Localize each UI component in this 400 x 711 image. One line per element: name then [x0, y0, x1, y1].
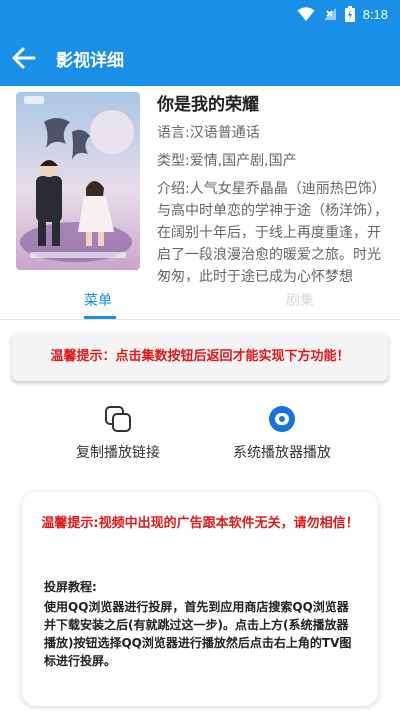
system-player-label: 系统播放器播放	[233, 445, 331, 461]
wifi-icon	[297, 7, 315, 21]
movie-info: 你是我的荣耀 语言:汉语普通话 类型:爱情,国产剧,国产 介绍:人气女星乔晶晶（…	[157, 94, 393, 282]
status-time: 8:18	[362, 6, 388, 22]
tab-episodes[interactable]: 剧集	[286, 290, 314, 310]
system-player-button[interactable]: 系统播放器播放	[202, 404, 362, 462]
movie-title: 你是我的荣耀	[157, 95, 259, 115]
ad-warning: 温馨提示:视频中出现的广告跟本软件无关，请勿相信！	[41, 516, 359, 531]
movie-intro: 介绍:人气女星乔晶晶（迪丽热巴饰）与高中时单恋的学神于途（杨洋饰），在阔别十年后…	[157, 181, 388, 282]
tip-banner: 温馨提示：点击集数按钮后返回才能实现下方功能！	[12, 333, 388, 381]
signal-x-icon	[323, 8, 336, 20]
page-title: 影视详细	[56, 51, 124, 71]
battery-icon	[344, 6, 355, 22]
status-bar: 8:18	[0, 0, 400, 30]
browser-player-icon	[269, 406, 295, 432]
tab-menu[interactable]: 菜单	[84, 290, 112, 310]
copy-link-button[interactable]: 复制播放链接	[38, 404, 198, 462]
notice-card: 温馨提示:视频中出现的广告跟本软件无关，请勿相信！ 投屏教程: 使用QQ浏览器进…	[22, 492, 378, 706]
movie-genre: 类型:爱情,国产剧,国产	[157, 153, 297, 169]
tutorial-title: 投屏教程:	[44, 580, 97, 594]
movie-poster	[16, 92, 140, 270]
tab-bar: 菜单 剧集	[0, 282, 400, 320]
tutorial-body: 使用QQ浏览器进行投屏，首先到应用商店搜索QQ浏览器并下载安装之后(有就跳过这一…	[44, 600, 352, 668]
movie-language: 语言:汉语普通话	[157, 125, 260, 141]
back-arrow-icon[interactable]	[10, 44, 38, 72]
copy-icon	[105, 406, 131, 432]
tab-indicator	[84, 316, 116, 319]
app-bar: 影视详细	[0, 30, 400, 86]
copy-link-label: 复制播放链接	[76, 445, 160, 461]
